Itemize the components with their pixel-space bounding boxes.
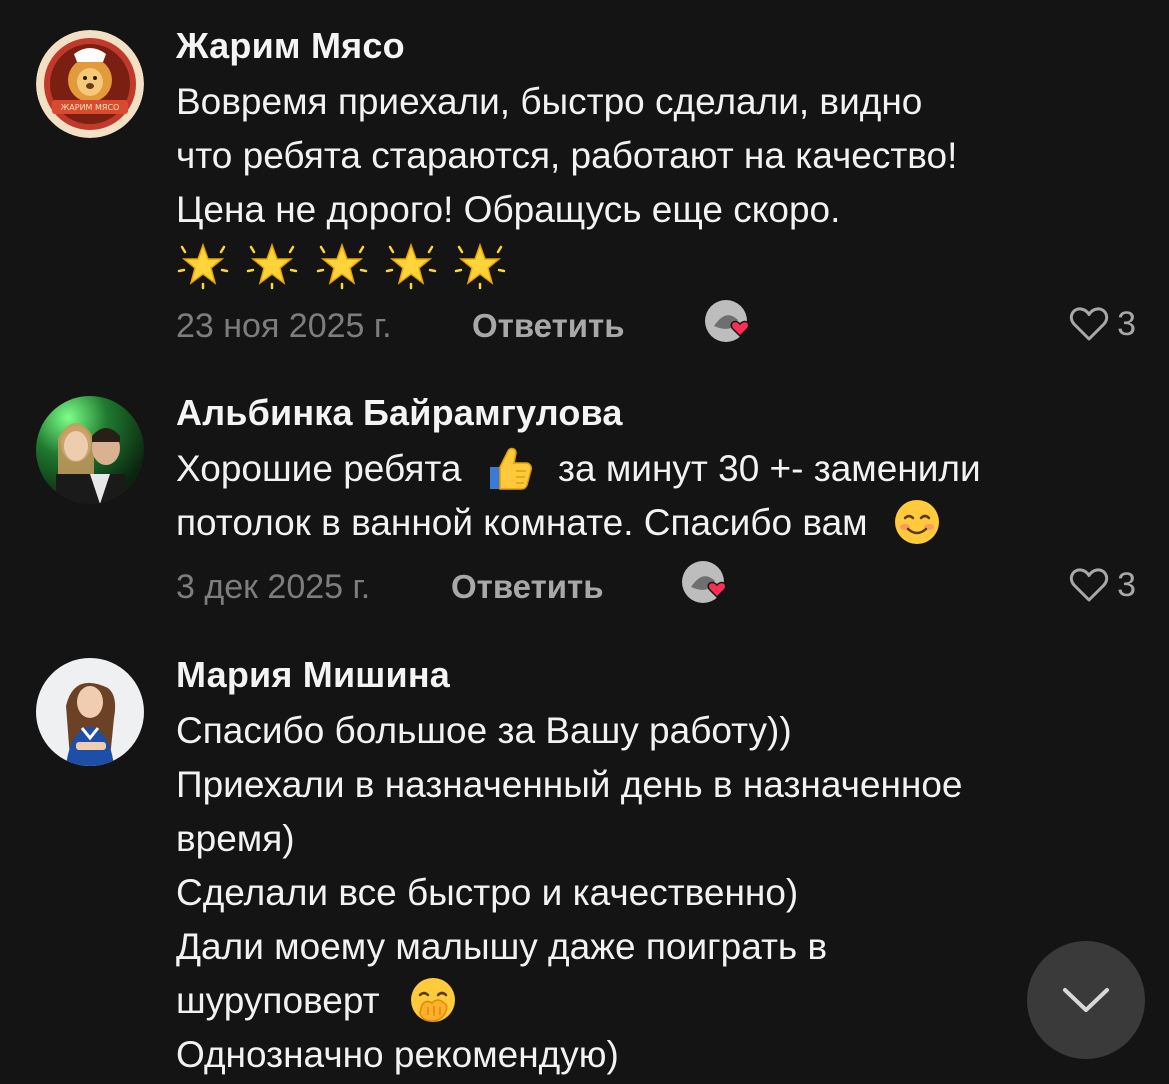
comment-segment: за минут 30 +- заменили — [558, 448, 981, 489]
chevron-down-icon — [1063, 988, 1109, 1012]
star-rating — [176, 237, 1136, 291]
reply-button[interactable]: Ответить — [451, 567, 604, 607]
avatar[interactable] — [36, 396, 144, 504]
comment-author[interactable]: Жарим Мясо — [176, 26, 405, 66]
like-button[interactable]: 3 — [1069, 302, 1136, 346]
avatar[interactable] — [36, 658, 144, 766]
comment-text: Спасибо большое за Вашу работу)) Приехал… — [176, 704, 1136, 1082]
comment-segment: шуруповерт — [176, 980, 380, 1021]
comment-segment: Хорошие ребята — [176, 448, 462, 489]
avatar-logo-text: ЖАРИМ МЯСО — [61, 103, 120, 112]
thumbs-up-emoji — [489, 448, 532, 490]
comment-meta: 3 дек 2025 г. Ответить 3 — [176, 557, 1136, 613]
heart-outline-icon — [1070, 307, 1109, 341]
star-sparkle-emoji — [454, 242, 506, 290]
reply-button[interactable]: Ответить — [472, 306, 625, 346]
author-heart-badge-icon — [705, 300, 750, 342]
comment-line: Вовремя приехали, быстро сделали, видно — [176, 81, 923, 122]
smiling-blush-emoji — [894, 500, 939, 545]
star-sparkle-emoji — [316, 242, 367, 290]
comment-text: Вовремя приехали, быстро сделали, видно … — [176, 75, 1136, 291]
comment-line: Сделали все быстро и качественно) — [176, 872, 799, 913]
comment-line: Дали моему малышу даже поиграть в — [176, 926, 828, 967]
comment-meta: 23 ноя 2025 г. Ответить 3 — [176, 296, 1136, 352]
comment-line: Приехали в назначенный день в назначенно… — [176, 764, 963, 805]
comment-author[interactable]: Мария Мишина — [176, 655, 450, 695]
scroll-down-button[interactable] — [1027, 941, 1145, 1059]
comment-line: Хорошие ребята за минут 30 +- заменили — [176, 442, 1136, 496]
comment-text: Хорошие ребята за минут 30 +- заменили п… — [176, 442, 1136, 550]
comment-date: 23 ноя 2025 г. — [176, 307, 392, 345]
comment-line: потолок в ванной комнате. Спасибо вам — [176, 496, 1136, 550]
heart-outline-icon — [1070, 568, 1109, 602]
comment-line: шуруповерт — [176, 974, 1136, 1028]
star-sparkle-emoji — [247, 242, 298, 290]
author-heart-badge-icon — [682, 561, 727, 603]
comment-line: что ребята стараются, работают на качест… — [176, 135, 958, 176]
avatar[interactable]: ЖАРИМ МЯСО — [36, 30, 144, 138]
comment-line: время) — [176, 818, 295, 859]
user-photo-avatar — [36, 396, 144, 504]
hand-over-mouth-emoji — [410, 978, 455, 1023]
like-count: 3 — [1117, 566, 1136, 604]
user-photo-avatar — [36, 658, 144, 766]
comment-segment: потолок в ванной комнате. Спасибо вам — [176, 502, 868, 543]
star-sparkle-emoji — [385, 242, 437, 290]
star-sparkle-emoji — [177, 242, 229, 290]
comment-line: Однозначно рекомендую) — [176, 1034, 619, 1075]
like-button[interactable]: 3 — [1069, 563, 1136, 607]
comment-line: Спасибо большое за Вашу работу)) — [176, 710, 792, 751]
like-count: 3 — [1117, 305, 1136, 343]
comment-date: 3 дек 2025 г. — [176, 568, 371, 606]
comment-line: Цена не дорого! Обращусь еще скоро. — [176, 189, 841, 230]
comment-author[interactable]: Альбинка Байрамгулова — [176, 393, 623, 433]
restaurant-logo-avatar: ЖАРИМ МЯСО — [36, 30, 144, 138]
